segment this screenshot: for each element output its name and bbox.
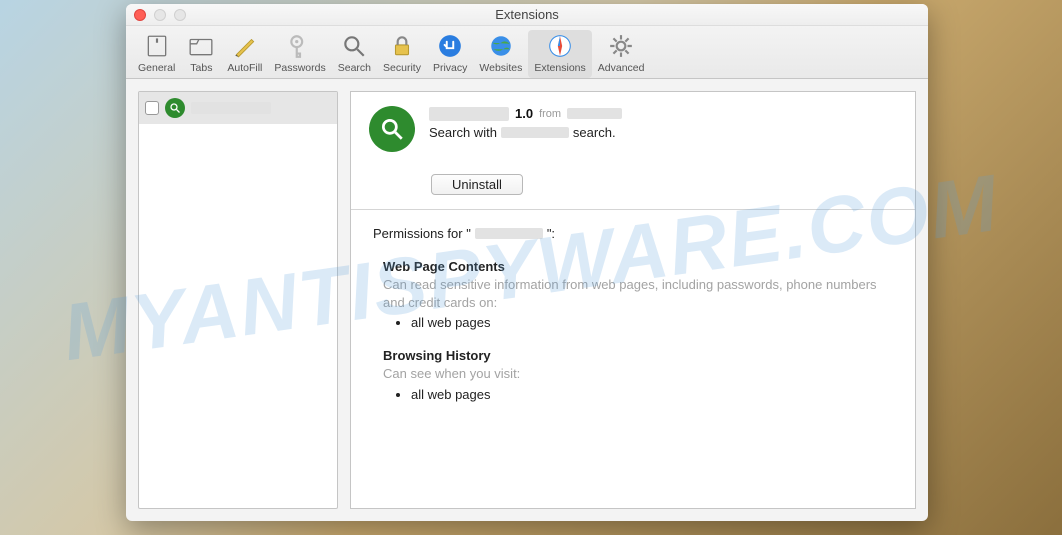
content-area: 1.0 from Search with search. Uninstall (126, 79, 928, 521)
extension-icon (165, 98, 185, 118)
extension-name-redacted (429, 107, 509, 121)
permission-section-description: Can read sensitive information from web … (383, 276, 893, 311)
search-icon (340, 32, 368, 60)
description-suffix: search. (573, 125, 616, 140)
tab-label: General (138, 62, 175, 74)
key-icon (286, 32, 314, 60)
window-title: Extensions (126, 7, 928, 22)
permission-item: all web pages (411, 315, 893, 330)
tab-label: Advanced (598, 62, 645, 74)
tab-security[interactable]: Security (377, 30, 427, 78)
permissions-name-redacted (475, 228, 543, 239)
tab-general[interactable]: General (132, 30, 181, 78)
compass-icon (546, 32, 574, 60)
tab-privacy[interactable]: Privacy (427, 30, 473, 78)
preferences-toolbar: General Tabs AutoFill Passwords Search (126, 26, 928, 79)
detail-header: 1.0 from Search with search. Uninstall (351, 92, 915, 210)
permissions-body: Permissions for " ": Web Page Contents C… (351, 210, 915, 436)
extension-name-redacted (191, 102, 271, 114)
tab-label: AutoFill (227, 62, 262, 74)
tab-label: Extensions (534, 62, 585, 74)
permissions-heading-suffix: ": (547, 226, 555, 241)
tab-label: Tabs (190, 62, 212, 74)
titlebar: Extensions (126, 4, 928, 26)
tab-label: Passwords (274, 62, 325, 74)
tabs-icon (187, 32, 215, 60)
tab-extensions[interactable]: Extensions (528, 30, 591, 78)
extension-version: 1.0 (515, 106, 533, 121)
publisher-redacted (567, 108, 622, 119)
extension-detail-panel: 1.0 from Search with search. Uninstall (350, 91, 916, 509)
tab-label: Security (383, 62, 421, 74)
globe-icon (487, 32, 515, 60)
extension-list-item[interactable] (139, 92, 337, 124)
tab-autofill[interactable]: AutoFill (221, 30, 268, 78)
permission-section-title: Web Page Contents (383, 259, 893, 274)
tab-websites[interactable]: Websites (473, 30, 528, 78)
tab-label: Search (338, 62, 371, 74)
tab-tabs[interactable]: Tabs (181, 30, 221, 78)
description-prefix: Search with (429, 125, 497, 140)
tab-passwords[interactable]: Passwords (268, 30, 331, 78)
tab-search[interactable]: Search (332, 30, 377, 78)
permission-section-title: Browsing History (383, 348, 893, 363)
general-icon (143, 32, 171, 60)
autofill-icon (231, 32, 259, 60)
tab-label: Websites (479, 62, 522, 74)
permission-section-description: Can see when you visit: (383, 365, 893, 383)
tab-advanced[interactable]: Advanced (592, 30, 651, 78)
permission-item: all web pages (411, 387, 893, 402)
from-label: from (539, 108, 561, 120)
extension-enable-checkbox[interactable] (145, 101, 159, 115)
gear-icon (607, 32, 635, 60)
tab-label: Privacy (433, 62, 467, 74)
extension-icon-large (369, 106, 415, 152)
preferences-window: Extensions General Tabs AutoFill Passwor… (126, 4, 928, 521)
lock-icon (388, 32, 416, 60)
extensions-sidebar (138, 91, 338, 509)
description-name-redacted (501, 127, 569, 138)
permissions-heading-prefix: Permissions for " (373, 226, 471, 241)
uninstall-button[interactable]: Uninstall (431, 174, 523, 195)
hand-icon (436, 32, 464, 60)
